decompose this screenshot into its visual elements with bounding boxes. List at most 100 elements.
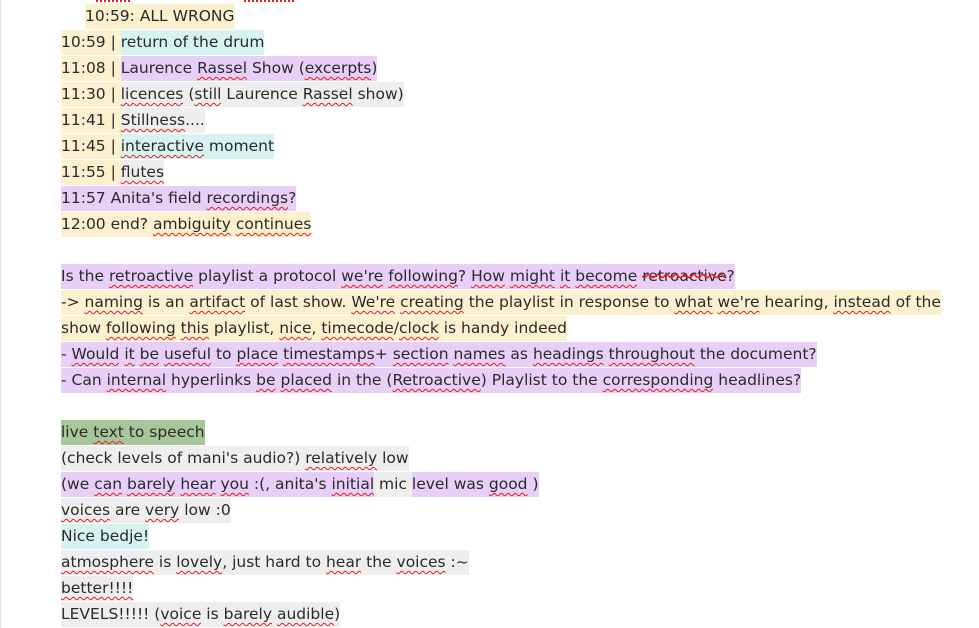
highlighted-text[interactable]: of the xyxy=(890,290,941,315)
highlighted-text[interactable]: 12:00 end? xyxy=(61,212,153,237)
misspelled-word[interactable]: text xyxy=(93,420,124,445)
misspelled-word[interactable]: relatively xyxy=(305,446,378,471)
highlighted-text[interactable]: ? xyxy=(288,186,297,211)
highlighted-text[interactable]: ) xyxy=(371,56,378,81)
highlighted-text[interactable]: to xyxy=(211,342,237,367)
highlighted-text[interactable]: , xyxy=(311,316,322,341)
highlighted-text[interactable]: - xyxy=(61,342,72,367)
highlighted-text[interactable]: ? xyxy=(457,264,472,289)
misspelled-word[interactable]: recordings xyxy=(206,186,289,211)
misspelled-word[interactable]: retroactive xyxy=(108,264,194,289)
highlighted-text[interactable]: moment xyxy=(203,134,275,159)
text-line[interactable]: LEVELS!!!!! (voice is barely audible) xyxy=(61,601,931,627)
misspelled-word[interactable]: we're xyxy=(717,290,760,315)
text-line[interactable]: (check levels of mani's audio?) relative… xyxy=(61,445,931,471)
highlighted-text[interactable]: low xyxy=(377,446,409,471)
highlighted-text[interactable]: of last show. xyxy=(245,290,352,315)
highlighted-text[interactable]: headlines? xyxy=(713,368,802,393)
blank-line[interactable] xyxy=(61,393,931,419)
highlighted-text[interactable]: Show ( xyxy=(247,56,305,81)
highlighted-text[interactable]: - Can xyxy=(61,368,107,393)
highlighted-text[interactable]: LEVELS!!!!! ( xyxy=(61,602,161,627)
highlighted-text[interactable]: ) xyxy=(334,602,341,627)
misspelled-word[interactable]: be xyxy=(256,368,276,393)
highlighted-text[interactable]: is handy indeed xyxy=(438,316,568,341)
misspelled-word[interactable]: timestamps xyxy=(283,342,375,367)
misspelled-word[interactable]: voices xyxy=(61,498,111,523)
misspelled-word[interactable]: throughout xyxy=(608,342,695,367)
text-line[interactable]: 11:45 | interactive moment xyxy=(61,133,931,159)
text-line[interactable]: atmosphere is lovely, just hard to hear … xyxy=(61,549,931,575)
text-line[interactable]: 11:30 | licences (still Laurence Rassel … xyxy=(61,81,931,107)
misspelled-word[interactable]: How xyxy=(471,264,505,289)
highlighted-text[interactable]: Laurence xyxy=(120,56,198,81)
highlighted-text[interactable]: Nice bedje! xyxy=(61,524,150,549)
highlighted-text[interactable]: .... xyxy=(185,108,205,133)
misspelled-word[interactable]: continues xyxy=(235,212,312,237)
misspelled-word[interactable]: might xyxy=(509,264,555,289)
highlighted-text[interactable]: ( xyxy=(183,82,195,107)
text-line[interactable]: voices are very low :0 xyxy=(61,497,931,523)
misspelled-word[interactable]: we're xyxy=(341,264,384,289)
text-line[interactable]: -> naming is an artifact of last show. W… xyxy=(61,289,941,315)
misspelled-word[interactable]: better!!!! xyxy=(61,576,134,601)
misspelled-word[interactable]: excerpts xyxy=(304,56,372,81)
misspelled-word[interactable]: initial xyxy=(331,472,375,497)
highlighted-text[interactable]: (check levels of mani's audio?) xyxy=(61,446,306,471)
misspelled-word[interactable]: useful xyxy=(163,342,212,367)
misspelled-word[interactable]: lovely xyxy=(176,550,223,575)
highlighted-text[interactable] xyxy=(134,342,140,367)
text-line[interactable]: - Would it be useful to place timestamps… xyxy=(61,341,931,367)
misspelled-word[interactable]: voice xyxy=(160,602,202,627)
highlighted-text[interactable]: mic xyxy=(374,472,412,497)
misspelled-word[interactable]: naming xyxy=(84,290,143,315)
text-line[interactable]: 11:41 | Stillness.... xyxy=(61,107,931,133)
misspelled-word[interactable]: Rassel xyxy=(197,56,248,81)
highlighted-text[interactable]: :(, anita's xyxy=(248,472,332,497)
misspelled-word[interactable]: barely xyxy=(126,472,176,497)
highlighted-text[interactable]: + xyxy=(374,342,393,367)
misspelled-word[interactable]: following xyxy=(388,264,458,289)
misspelled-word[interactable]: Would xyxy=(71,342,120,367)
highlighted-text[interactable]: ? xyxy=(726,264,735,289)
blank-line[interactable] xyxy=(61,237,931,263)
misspelled-word[interactable]: artifact xyxy=(189,290,246,315)
misspelled-word[interactable]: following xyxy=(106,316,176,341)
highlighted-text[interactable]: (we xyxy=(61,472,95,497)
text-line[interactable]: (we can barely hear you :(, anita's init… xyxy=(61,471,931,497)
text-line[interactable]: better!!!! xyxy=(61,575,931,601)
highlighted-text[interactable]: 11:45 | xyxy=(61,134,121,159)
highlighted-text[interactable]: is an xyxy=(142,290,190,315)
highlighted-text[interactable]: hyperlinks xyxy=(166,368,257,393)
highlighted-text[interactable]: playlist, xyxy=(208,316,280,341)
misspelled-word[interactable]: place xyxy=(236,342,279,367)
misspelled-word[interactable]: corresponding xyxy=(602,368,714,393)
highlighted-text[interactable]: playlist a protocol xyxy=(193,264,342,289)
text-line[interactable]: Nice bedje! xyxy=(61,523,931,549)
misspelled-word[interactable]: creating xyxy=(400,290,464,315)
highlighted-text[interactable] xyxy=(175,316,181,341)
text-line[interactable]: show following this playlist, nice, time… xyxy=(61,315,931,341)
text-line[interactable]: Is the retroactive playlist a protocol w… xyxy=(61,263,931,289)
misspelled-word[interactable]: Rassel xyxy=(302,82,353,107)
highlighted-text[interactable]: to speech xyxy=(123,420,205,445)
misspelled-word[interactable]: ambiguity xyxy=(152,212,231,237)
text-line[interactable]: 11:08 | Laurence Rassel Show (excerpts) xyxy=(61,55,931,81)
highlighted-text[interactable]: show xyxy=(61,316,106,341)
highlighted-text[interactable] xyxy=(603,342,609,367)
text-line[interactable]: 10:59 | return of the drum xyxy=(61,29,931,55)
misspelled-word[interactable]: become xyxy=(575,264,638,289)
misspelled-word[interactable]: timecode xyxy=(321,316,394,341)
highlighted-text[interactable]: 11:41 | xyxy=(61,108,121,133)
highlighted-text[interactable]: , just hard to xyxy=(222,550,326,575)
highlighted-text[interactable]: 10:59 | xyxy=(61,30,121,55)
text-line[interactable]: 12:00 end? ambiguity continues xyxy=(61,211,931,237)
text-line[interactable]: live text to speech xyxy=(61,419,931,445)
highlighted-text[interactable]: show) xyxy=(352,82,404,107)
highlighted-text[interactable]: the document? xyxy=(694,342,817,367)
highlighted-text[interactable]: the playlist in response to xyxy=(463,290,675,315)
misspelled-word[interactable]: it xyxy=(124,342,135,367)
misspelled-word[interactable]: atmosphere xyxy=(61,550,154,575)
highlighted-text[interactable]: ) Playlist to the xyxy=(480,368,603,393)
misspelled-word[interactable]: section xyxy=(392,342,449,367)
